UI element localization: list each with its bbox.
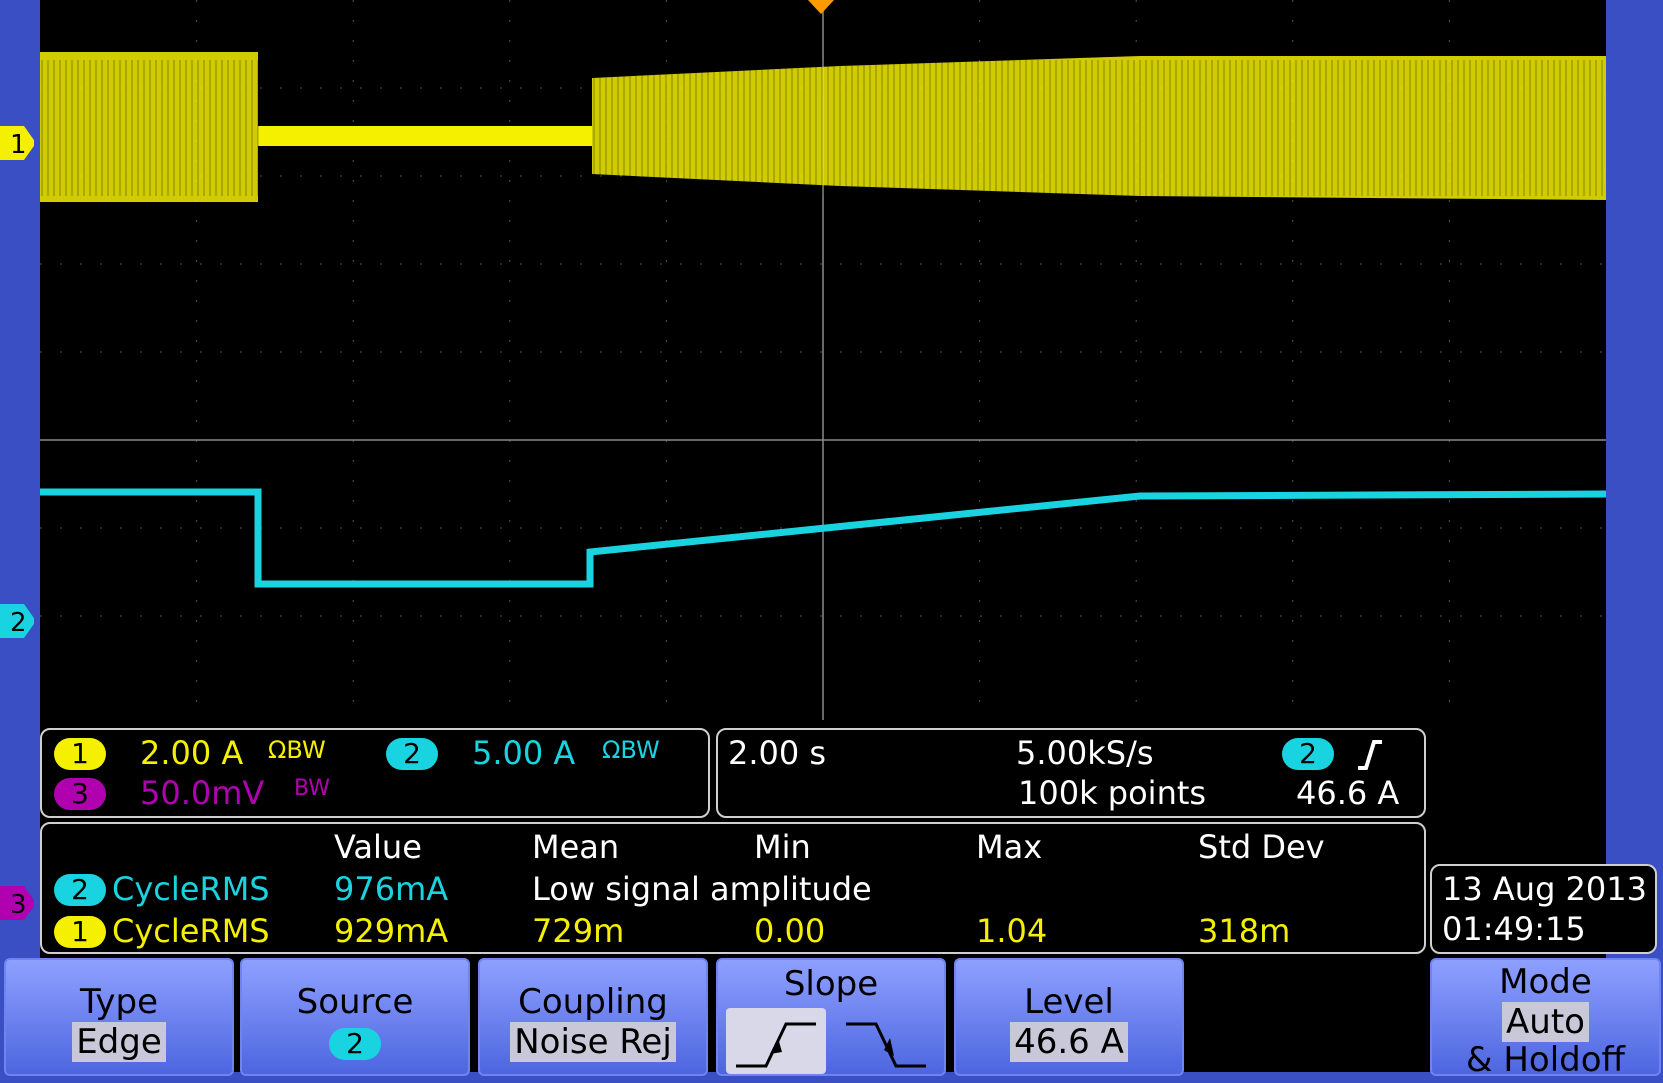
header-std-dev: Std Dev xyxy=(1198,828,1325,866)
measurement-row-2-note: Low signal amplitude xyxy=(532,870,872,908)
channel-2-marker[interactable]: 2 xyxy=(0,604,34,638)
header-min: Min xyxy=(754,828,811,866)
timebase-panel[interactable]: 2.00 s 5.00kS/s 100k points 2 46.6 A xyxy=(716,728,1426,818)
measurement-row-1-badge: 1 xyxy=(54,916,106,948)
header-max: Max xyxy=(976,828,1043,866)
measurement-row-2-name: CycleRMS xyxy=(112,870,270,908)
svg-text:3: 3 xyxy=(10,890,27,920)
measurement-row-1-min: 0.00 xyxy=(754,912,826,950)
channel-3-badge: 3 xyxy=(54,778,106,810)
measurement-row-2-value: 976mA xyxy=(334,870,449,908)
datetime-display: 13 Aug 2013 01:49:15 xyxy=(1430,864,1657,954)
channel-2-badge: 2 xyxy=(386,738,438,770)
date: 13 Aug 2013 xyxy=(1442,870,1647,908)
graticule xyxy=(40,0,1606,720)
trigger-level: 46.6 A xyxy=(1296,774,1400,812)
channel-3-scale: 50.0mV xyxy=(140,774,265,812)
bandwidth-limit-icon: ΩBW xyxy=(268,736,326,764)
measurement-row-1-value: 929mA xyxy=(334,912,449,950)
measurements-panel[interactable]: Value Mean Min Max Std Dev 2 CycleRMS 97… xyxy=(40,822,1426,954)
type-button[interactable]: Type Edge xyxy=(4,958,234,1076)
measurement-row-1-name: CycleRMS xyxy=(112,912,270,950)
svg-text:2: 2 xyxy=(10,608,27,638)
channel-1-marker[interactable]: 1 xyxy=(0,126,34,160)
bandwidth-limit-icon: ΩBW xyxy=(602,736,660,764)
header-value: Value xyxy=(334,828,422,866)
mode-holdoff: & Holdoff xyxy=(1466,1040,1625,1080)
bandwidth-limit-icon: BW xyxy=(294,776,331,801)
level-value: 46.6 A xyxy=(1010,1022,1128,1062)
channel-2-scale: 5.00 A xyxy=(472,734,576,772)
coupling-value: Noise Rej xyxy=(510,1022,676,1062)
level-button[interactable]: Level 46.6 A xyxy=(954,958,1184,1076)
horizontal-scale: 2.00 s xyxy=(728,734,827,772)
channel-3-marker[interactable]: 3 xyxy=(0,886,34,920)
channel-1-trace-segment xyxy=(40,52,258,202)
rising-slope-icon xyxy=(736,1022,816,1068)
slope-button[interactable]: Slope xyxy=(716,958,946,1076)
coupling-button[interactable]: Coupling Noise Rej xyxy=(478,958,708,1076)
svg-text:1: 1 xyxy=(10,130,27,160)
channel-1-scale: 2.00 A xyxy=(140,734,244,772)
channel-1-badge: 1 xyxy=(54,738,106,770)
time: 01:49:15 xyxy=(1442,910,1586,948)
measurement-row-1-std-dev: 318m xyxy=(1198,912,1291,950)
source-button[interactable]: Source 2 xyxy=(240,958,470,1076)
sample-rate: 5.00kS/s xyxy=(1016,734,1154,772)
trigger-position-marker[interactable] xyxy=(808,0,834,16)
measurement-row-2-badge: 2 xyxy=(54,874,106,906)
trigger-source-badge: 2 xyxy=(1282,738,1334,770)
measurement-row-1-mean: 729m xyxy=(532,912,625,950)
record-length: 100k points xyxy=(1018,774,1207,812)
channel-1-trace-segment xyxy=(258,126,592,146)
slope-rising-option[interactable] xyxy=(726,1008,826,1074)
source-label: Source xyxy=(296,982,414,1022)
source-value: 2 xyxy=(329,1028,381,1060)
falling-slope-icon xyxy=(846,1022,926,1068)
mode-label: Mode xyxy=(1499,962,1592,1002)
mode-button[interactable]: Mode Auto & Holdoff xyxy=(1430,958,1661,1080)
level-label: Level xyxy=(1024,982,1114,1022)
coupling-label: Coupling xyxy=(518,982,668,1022)
channel-scale-panel[interactable]: 1 2.00 A ΩBW 2 5.00 A ΩBW 3 50.0mV BW xyxy=(40,728,710,818)
slope-falling-option[interactable] xyxy=(836,1008,936,1074)
mode-value: Auto xyxy=(1502,1002,1589,1042)
measurement-row-1-max: 1.04 xyxy=(976,912,1048,950)
slope-label: Slope xyxy=(783,964,879,1004)
rising-edge-icon xyxy=(1358,740,1382,770)
type-value: Edge xyxy=(72,1022,166,1062)
header-mean: Mean xyxy=(532,828,620,866)
type-label: Type xyxy=(79,982,159,1022)
